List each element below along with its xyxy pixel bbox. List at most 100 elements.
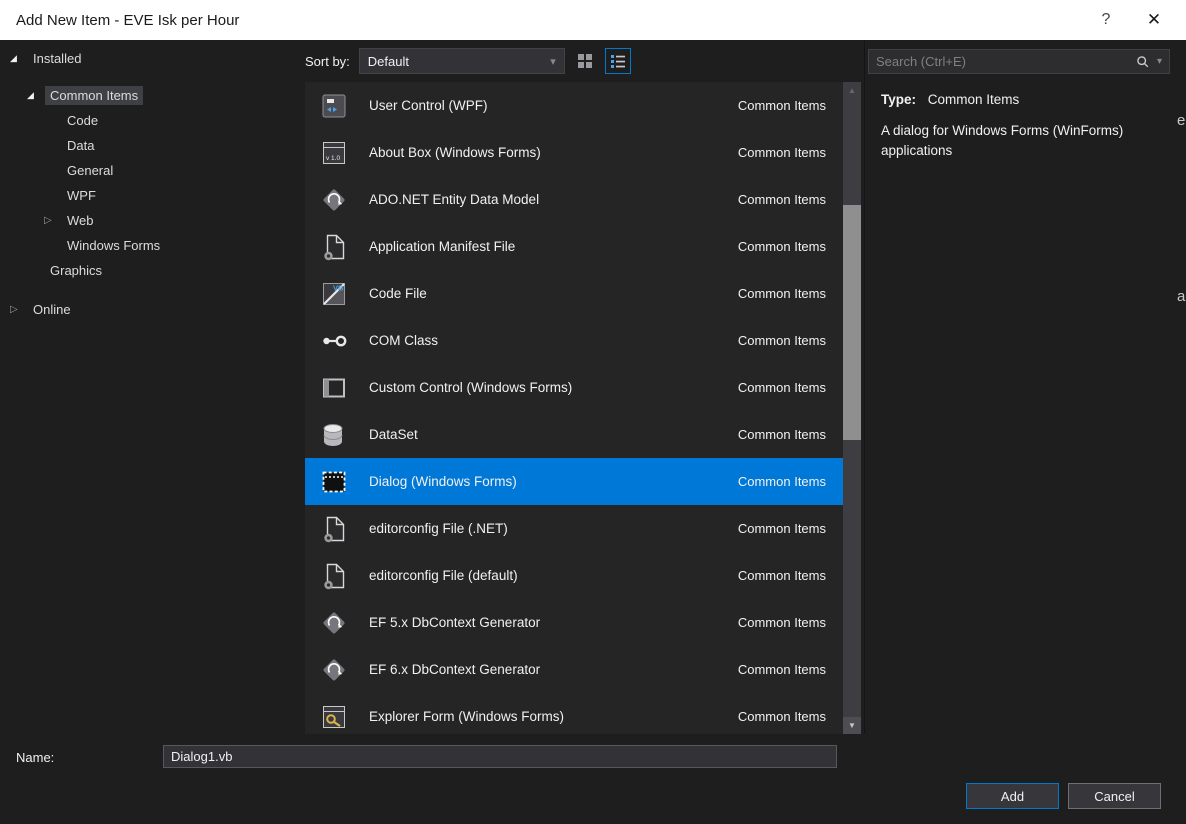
template-category: Common Items — [737, 615, 826, 630]
close-button[interactable]: ✕ — [1130, 0, 1178, 40]
sidebar-item-general[interactable]: General — [0, 158, 300, 183]
template-category: Common Items — [737, 145, 826, 160]
expanded-arrow-icon[interactable]: ◢ — [10, 53, 28, 64]
name-label: Name: — [16, 750, 55, 765]
list-item[interactable]: v 1.0 About Box (Windows Forms) Common Ite… — [305, 129, 843, 176]
template-category: Common Items — [737, 286, 826, 301]
manifest-file-icon — [317, 230, 351, 264]
com-class-icon — [317, 324, 351, 358]
template-name: Explorer Form (Windows Forms) — [369, 709, 565, 724]
scroll-down-button[interactable]: ▼ — [843, 717, 861, 734]
sort-dropdown[interactable]: Default ▾ — [358, 48, 565, 74]
editorconfig-file-icon — [317, 512, 351, 546]
sidebar-item-label: Web — [67, 213, 94, 228]
template-name: ADO.NET Entity Data Model — [369, 192, 540, 207]
template-category: Common Items — [737, 521, 826, 536]
template-name: User Control (WPF) — [369, 98, 488, 113]
search-box: ▾ — [868, 49, 1170, 74]
editorconfig-file-icon — [317, 559, 351, 593]
collapsed-arrow-icon[interactable]: ▷ — [10, 304, 28, 315]
cancel-button[interactable]: Cancel — [1068, 783, 1161, 809]
list-item[interactable]: User Control (WPF) Common Items — [305, 82, 843, 129]
list-item[interactable]: Explorer Form (Windows Forms) Common Item… — [305, 693, 843, 734]
list-item[interactable]: editorconfig File (default) Common Items — [305, 552, 843, 599]
details-panel: ▾ Type: Common Items A dialog for Window… — [868, 40, 1186, 824]
template-name: Custom Control (Windows Forms) — [369, 380, 573, 395]
template-name: Code File — [369, 286, 427, 301]
titlebar: Add New Item - EVE Isk per Hour ? ✕ — [0, 0, 1186, 40]
entity-model-icon — [317, 606, 351, 640]
sidebar-item-label: Windows Forms — [67, 238, 161, 253]
search-icon[interactable] — [1136, 55, 1150, 69]
search-input[interactable] — [876, 54, 1136, 69]
sidebar-item-wpf[interactable]: WPF — [0, 183, 300, 208]
template-name: About Box (Windows Forms) — [369, 145, 541, 160]
name-input[interactable] — [163, 745, 837, 768]
template-category: Common Items — [737, 239, 826, 254]
template-list: User Control (WPF) Common Items v 1.0 About… — [305, 82, 843, 734]
sidebar-item-label: Installed — [33, 51, 82, 66]
list-item[interactable]: Application Manifest File Common Items — [305, 223, 843, 270]
list-item[interactable]: DataSet Common Items — [305, 411, 843, 458]
expanded-arrow-icon[interactable]: ◢ — [27, 90, 45, 101]
template-category: Common Items — [737, 333, 826, 348]
sidebar-item-windows-forms[interactable]: Windows Forms — [0, 233, 300, 258]
list-item[interactable]: Custom Control (Windows Forms) Common Ite… — [305, 364, 843, 411]
type-value: Common Items — [927, 92, 1020, 107]
sidebar-item-installed[interactable]: ◢ Installed — [0, 46, 300, 71]
template-category: Common Items — [737, 98, 826, 113]
grid-view-button[interactable] — [572, 48, 598, 74]
wpf-user-control-icon — [317, 89, 351, 123]
list-item[interactable]: VB Code File Common Items — [305, 270, 843, 317]
template-category: Common Items — [737, 380, 826, 395]
chevron-down-icon: ▾ — [550, 55, 556, 68]
sidebar-item-online[interactable]: ▷ Online — [0, 297, 300, 322]
list-item[interactable]: ADO.NET Entity Data Model Common Items — [305, 176, 843, 223]
sidebar-item-label: Online — [33, 302, 71, 317]
list-item[interactable]: Dialog (Windows Forms) Common Items — [305, 458, 843, 505]
grid-view-icon — [577, 54, 592, 68]
sidebar-item-graphics[interactable]: Graphics — [0, 258, 300, 283]
template-name: EF 6.x DbContext Generator — [369, 662, 541, 677]
template-name: Dialog (Windows Forms) — [369, 474, 517, 489]
window-title: Add New Item - EVE Isk per Hour — [16, 11, 240, 29]
list-item[interactable]: EF 5.x DbContext Generator Common Items — [305, 599, 843, 646]
template-category: Common Items — [737, 662, 826, 677]
category-tree: ◢ Installed ◢ Common Items Code Data General WP… — [0, 40, 300, 734]
template-category: Common Items — [737, 192, 826, 207]
sidebar-item-web[interactable]: ▷ Web — [0, 208, 300, 233]
add-button[interactable]: Add — [966, 783, 1059, 809]
dataset-icon — [317, 418, 351, 452]
explorer-form-icon — [317, 700, 351, 734]
list-scrollbar[interactable]: ▲ ▼ — [843, 82, 861, 734]
list-item[interactable]: EF 6.x DbContext Generator Common Items — [305, 646, 843, 693]
template-name: Application Manifest File — [369, 239, 516, 254]
list-item[interactable]: editorconfig File (.NET) Common Items — [305, 505, 843, 552]
vb-code-file-icon: VB — [317, 277, 351, 311]
scrollbar-thumb[interactable] — [843, 205, 861, 440]
collapsed-arrow-icon[interactable]: ▷ — [44, 215, 62, 226]
template-category: Common Items — [737, 427, 826, 442]
list-item[interactable]: COM Class Common Items — [305, 317, 843, 364]
scroll-up-button[interactable]: ▲ — [843, 82, 861, 99]
help-button[interactable]: ? — [1082, 0, 1130, 40]
template-description: A dialog for Windows Forms (WinForms) ap… — [881, 123, 1124, 158]
sidebar-item-code[interactable]: Code — [0, 108, 300, 133]
svg-text:VB: VB — [333, 283, 344, 292]
template-category: Common Items — [737, 568, 826, 583]
sidebar-item-common-items[interactable]: ◢ Common Items — [0, 83, 300, 108]
template-name: editorconfig File (.NET) — [369, 521, 508, 536]
svg-text:v 1.0: v 1.0 — [326, 155, 340, 162]
template-name: editorconfig File (default) — [369, 568, 518, 583]
search-dropdown-chevron-icon[interactable]: ▾ — [1157, 56, 1162, 67]
sidebar-item-label: Code — [67, 113, 99, 128]
template-name: DataSet — [369, 427, 418, 442]
sidebar-item-data[interactable]: Data — [0, 133, 300, 158]
template-name: EF 5.x DbContext Generator — [369, 615, 541, 630]
sort-by-label: Sort by: — [305, 53, 350, 69]
type-label: Type: — [881, 92, 917, 107]
template-category: Common Items — [737, 709, 826, 724]
entity-model-icon — [317, 653, 351, 687]
sidebar-item-label: Data — [67, 138, 95, 153]
list-view-button[interactable] — [604, 48, 631, 74]
